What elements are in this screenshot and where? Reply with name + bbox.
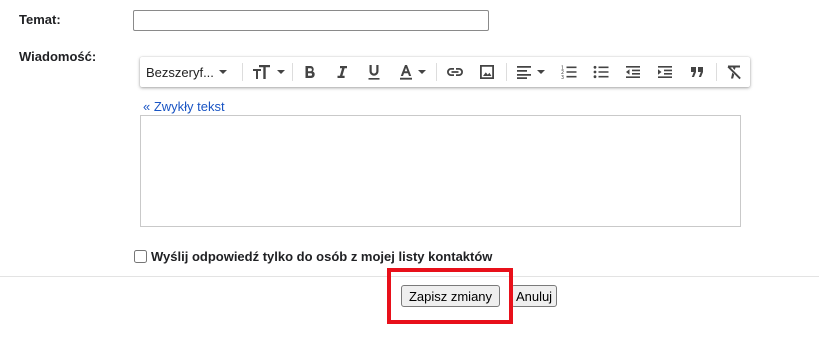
- chevron-down-icon: [417, 70, 426, 74]
- contacts-only-label[interactable]: Wyślij odpowiedź tylko do osób z mojej l…: [151, 249, 492, 264]
- subject-label: Temat:: [19, 12, 61, 27]
- underline-button[interactable]: [362, 57, 386, 87]
- toolbar-divider: [716, 63, 717, 81]
- font-family-dropdown[interactable]: Bezszeryf...: [146, 57, 238, 87]
- toolbar-divider: [292, 63, 293, 81]
- chevron-down-icon: [276, 70, 285, 74]
- indent-more-button[interactable]: [652, 57, 678, 87]
- toolbar-divider: [436, 63, 437, 81]
- subject-input[interactable]: [133, 10, 489, 31]
- link-icon: [446, 67, 464, 77]
- bold-button[interactable]: [298, 57, 322, 87]
- contacts-only-checkbox[interactable]: [134, 250, 147, 263]
- font-family-label: Bezszeryf...: [146, 64, 214, 80]
- remove-formatting-icon: [726, 64, 742, 80]
- align-icon: [516, 65, 532, 79]
- plain-text-link[interactable]: « Zwykły tekst: [143, 99, 225, 114]
- numbered-list-button[interactable]: 123: [556, 57, 582, 87]
- bulleted-list-button[interactable]: [588, 57, 614, 87]
- formatting-toolbar: Bezszeryf... 123: [140, 57, 750, 87]
- toolbar-divider: [506, 63, 507, 81]
- image-icon: [479, 64, 495, 80]
- text-color-button[interactable]: [394, 57, 430, 87]
- align-button[interactable]: [512, 57, 548, 87]
- message-label: Wiadomość:: [19, 49, 97, 64]
- insert-link-button[interactable]: [442, 57, 468, 87]
- chevron-down-icon: [218, 70, 227, 74]
- remove-formatting-button[interactable]: [721, 57, 747, 87]
- quote-button[interactable]: [684, 57, 710, 87]
- indent-less-button[interactable]: [620, 57, 646, 87]
- highlight-box: [387, 268, 513, 324]
- underline-icon: [367, 64, 381, 80]
- text-color-icon: [399, 64, 413, 80]
- italic-button[interactable]: [330, 57, 354, 87]
- cancel-button[interactable]: Anuluj: [511, 285, 557, 307]
- quote-icon: [690, 66, 704, 78]
- indent-less-icon: [625, 65, 641, 79]
- svg-text:3: 3: [561, 75, 564, 79]
- insert-image-button[interactable]: [474, 57, 500, 87]
- indent-more-icon: [657, 65, 673, 79]
- message-editor[interactable]: [140, 115, 741, 227]
- chevron-down-icon: [536, 70, 545, 74]
- font-size-button[interactable]: [250, 57, 286, 87]
- font-size-icon: [252, 65, 272, 79]
- toolbar-divider: [242, 63, 243, 81]
- numbered-list-icon: 123: [561, 65, 577, 79]
- italic-icon: [336, 65, 348, 79]
- bold-icon: [304, 65, 316, 79]
- bulleted-list-icon: [593, 65, 609, 79]
